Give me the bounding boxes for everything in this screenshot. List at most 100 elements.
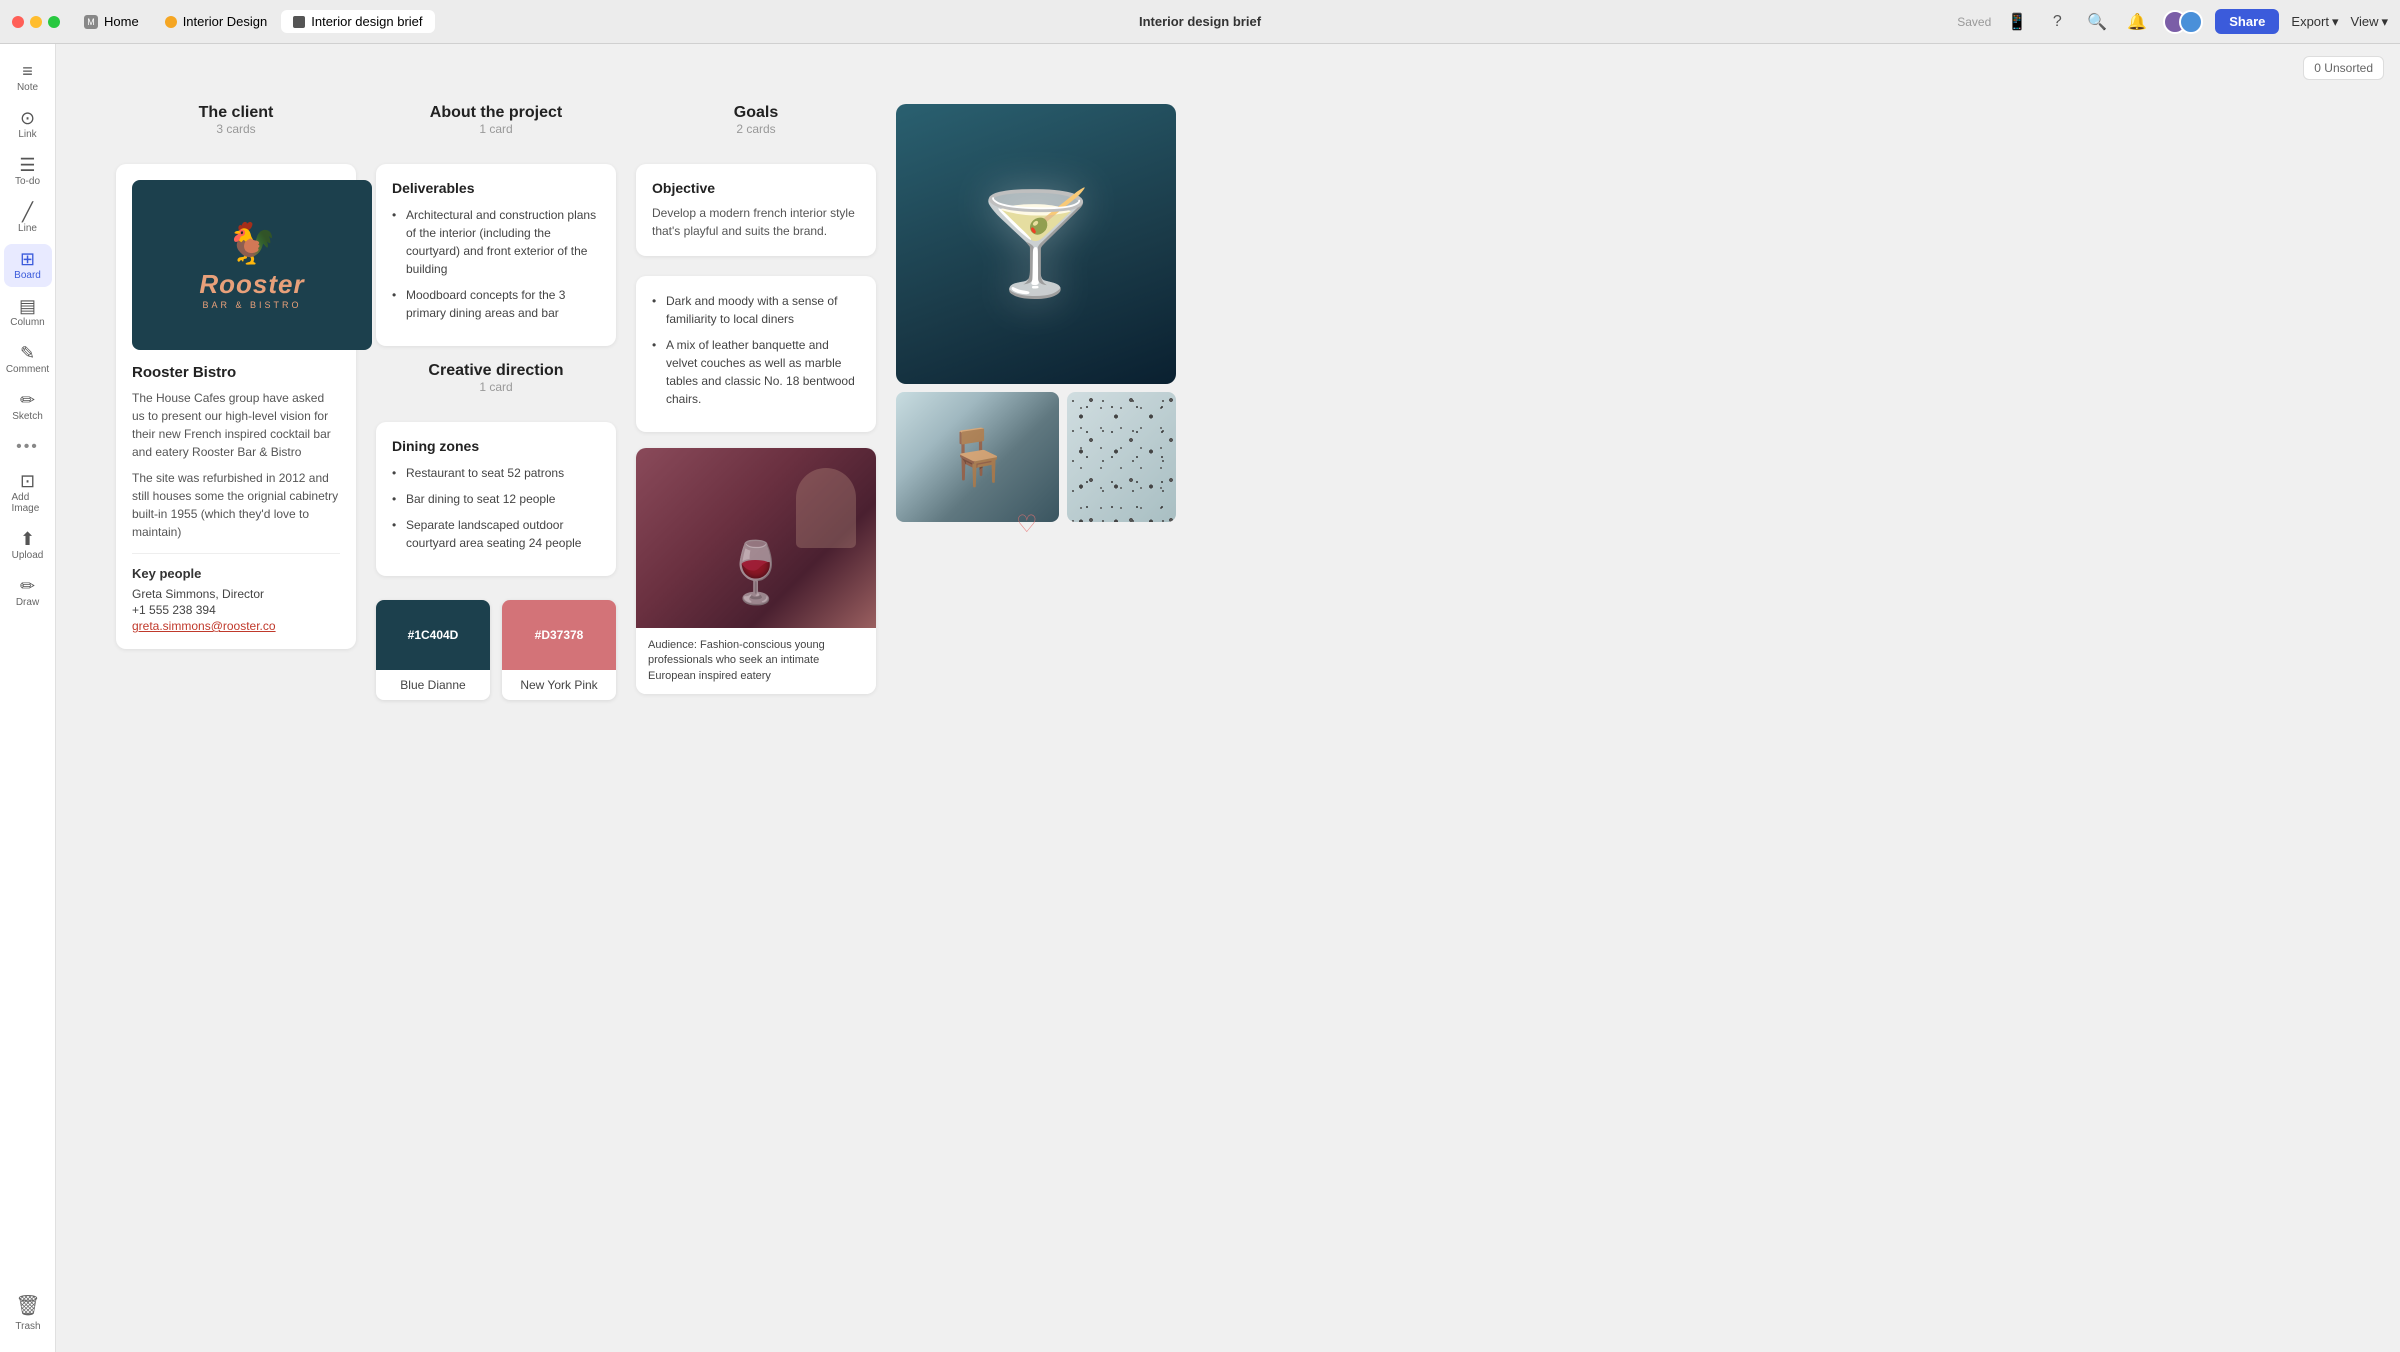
titlebar: M Home Interior Design Interior design b… <box>0 0 2400 44</box>
close-button[interactable] <box>12 16 24 28</box>
goal-item-1: Dark and moody with a sense of familiari… <box>652 292 860 328</box>
minimize-button[interactable] <box>30 16 42 28</box>
contact-email[interactable]: greta.simmons@rooster.co <box>132 619 340 633</box>
comment-icon: ✎ <box>20 344 35 362</box>
dining-list: Restaurant to seat 52 patrons Bar dining… <box>392 464 600 552</box>
swatch-blue: #1C404D Blue Dianne <box>376 600 490 700</box>
tab-interior-design[interactable]: Interior Design <box>153 10 280 33</box>
color-swatches: #1C404D Blue Dianne #D37378 New York Pin… <box>376 600 616 700</box>
hand-visual <box>796 468 856 548</box>
sketch-icon: ✏ <box>20 391 35 409</box>
sidebar-item-draw[interactable]: ✏ Draw <box>4 571 52 614</box>
sidebar-item-note[interactable]: ≡ Note <box>4 56 52 99</box>
rooster-sub-title: BAR & BISTRO <box>199 300 304 310</box>
sidebar-item-add-image[interactable]: ⊡ Add Image <box>4 466 52 520</box>
trash-icon: 🗑 <box>15 1293 40 1318</box>
sidebar-item-link[interactable]: ⊙ Link <box>4 103 52 146</box>
sidebar-item-sketch[interactable]: ✏ Sketch <box>4 385 52 428</box>
objective-card[interactable]: Objective Develop a modern french interi… <box>636 164 876 256</box>
about-column: About the project 1 card Deliverables Ar… <box>376 104 616 700</box>
client-desc-2: The site was refurbished in 2012 and sti… <box>132 469 340 541</box>
goals-column-header: Goals 2 cards <box>636 104 876 148</box>
contact-name: Greta Simmons, Director <box>132 587 340 601</box>
app-body: ≡ Note ⊙ Link ☰ To-do ╱ Line ⊞ Board ▤ C… <box>0 44 2400 1352</box>
trash-section[interactable]: 🗑 Trash <box>0 1272 56 1352</box>
dining-item-3: Separate landscaped outdoor courtyard ar… <box>392 516 600 552</box>
sidebar-item-more[interactable]: ••• <box>4 432 52 462</box>
chair-image[interactable]: 🪑 <box>896 392 1059 522</box>
texture-image[interactable] <box>1067 392 1176 522</box>
chair-icon: 🪑 <box>943 425 1011 490</box>
device-icon[interactable]: 📱 <box>2003 8 2031 36</box>
dining-title: Dining zones <box>392 438 600 454</box>
tab-home-label: Home <box>104 14 139 29</box>
rooster-brand-name: Rooster <box>199 269 304 300</box>
client-column: The client 3 cards 🐓 Rooster BAR & BISTR… <box>116 104 356 700</box>
unsorted-badge: 0 Unsorted <box>2303 56 2384 80</box>
deliverable-item-2: Moodboard concepts for the 3 primary din… <box>392 286 600 322</box>
rooster-logo: 🐓 Rooster BAR & BISTRO <box>132 180 372 350</box>
avatar-2 <box>2179 10 2203 34</box>
share-button[interactable]: Share <box>2215 9 2279 34</box>
deliverables-list: Architectural and construction plans of … <box>392 206 600 322</box>
client-desc-1: The House Cafes group have asked us to p… <box>132 389 340 461</box>
dining-item-1: Restaurant to seat 52 patrons <box>392 464 600 482</box>
column-icon: ▤ <box>19 297 36 315</box>
link-icon: ⊙ <box>20 109 35 127</box>
objective-title: Objective <box>652 180 860 196</box>
about-column-header: About the project 1 card <box>376 104 616 148</box>
goal-item-2: A mix of leather banquette and velvet co… <box>652 336 860 408</box>
swatch-pink-color: #D37378 <box>502 600 616 670</box>
help-icon[interactable]: ? <box>2043 8 2071 36</box>
sidebar-item-column[interactable]: ▤ Column <box>4 291 52 334</box>
sidebar-item-line[interactable]: ╱ Line <box>4 197 52 240</box>
key-people-title: Key people <box>132 566 340 581</box>
tab-brief-label: Interior design brief <box>311 14 422 29</box>
export-button[interactable]: Export ▾ <box>2291 14 2338 30</box>
note-icon: ≡ <box>22 62 33 80</box>
draw-icon: ✏ <box>20 577 35 595</box>
images-column: 🍸 🪑 <box>896 104 1176 700</box>
goals-column: Goals 2 cards Objective Develop a modern… <box>636 104 876 700</box>
goals-list: Dark and moody with a sense of familiari… <box>652 292 860 408</box>
client-card[interactable]: 🐓 Rooster BAR & BISTRO Rooster Bistro Th… <box>116 164 356 649</box>
line-icon: ╱ <box>22 203 33 221</box>
small-images-row: 🪑 <box>896 392 1176 522</box>
main-cocktail-image[interactable]: 🍸 <box>896 104 1176 384</box>
objective-desc: Develop a modern french interior style t… <box>652 204 860 240</box>
sidebar-item-upload[interactable]: ⬆ Upload <box>4 524 52 567</box>
dining-item-2: Bar dining to seat 12 people <box>392 490 600 508</box>
deliverable-item-1: Architectural and construction plans of … <box>392 206 600 278</box>
more-icon: ••• <box>16 438 39 456</box>
add-image-icon: ⊡ <box>20 472 35 490</box>
texture-visual <box>1067 392 1176 522</box>
todo-icon: ☰ <box>19 156 35 174</box>
deliverables-card[interactable]: Deliverables Architectural and construct… <box>376 164 616 346</box>
search-icon[interactable]: 🔍 <box>2083 8 2111 36</box>
swatch-blue-label: Blue Dianne <box>376 670 490 700</box>
canvas-area[interactable]: 0 Unsorted The client 3 cards 🐓 Rooster … <box>56 44 2400 1352</box>
view-button[interactable]: View ▾ <box>2351 14 2388 30</box>
document-title: Interior design brief <box>1139 14 1261 29</box>
traffic-lights <box>12 16 60 28</box>
tab-interior-brief[interactable]: Interior design brief <box>281 10 434 33</box>
sidebar: ≡ Note ⊙ Link ☰ To-do ╱ Line ⊞ Board ▤ C… <box>0 44 56 1352</box>
contact-phone: +1 555 238 394 <box>132 603 340 617</box>
audience-card[interactable]: 🍷 Audience: Fashion-conscious young prof… <box>636 448 876 694</box>
goals-detail-card[interactable]: Dark and moody with a sense of familiari… <box>636 276 876 432</box>
deliverables-title: Deliverables <box>392 180 600 196</box>
key-people-section: Key people Greta Simmons, Director +1 55… <box>132 553 340 633</box>
sidebar-item-board[interactable]: ⊞ Board <box>4 244 52 287</box>
maximize-button[interactable] <box>48 16 60 28</box>
tab-home[interactable]: M Home <box>72 10 151 33</box>
dining-zones-card[interactable]: Dining zones Restaurant to seat 52 patro… <box>376 422 616 576</box>
audience-image: 🍷 <box>636 448 876 628</box>
sidebar-item-comment[interactable]: ✎ Comment <box>4 338 52 381</box>
notification-icon[interactable]: 🔔 <box>2123 8 2151 36</box>
rooster-bird-icon: 🐓 <box>199 220 304 267</box>
client-column-header: The client 3 cards <box>116 104 356 148</box>
heart-decoration: ♡ <box>1016 510 1166 540</box>
swatch-pink: #D37378 New York Pink <box>502 600 616 700</box>
sidebar-item-todo[interactable]: ☰ To-do <box>4 150 52 193</box>
board-icon: ⊞ <box>20 250 35 268</box>
